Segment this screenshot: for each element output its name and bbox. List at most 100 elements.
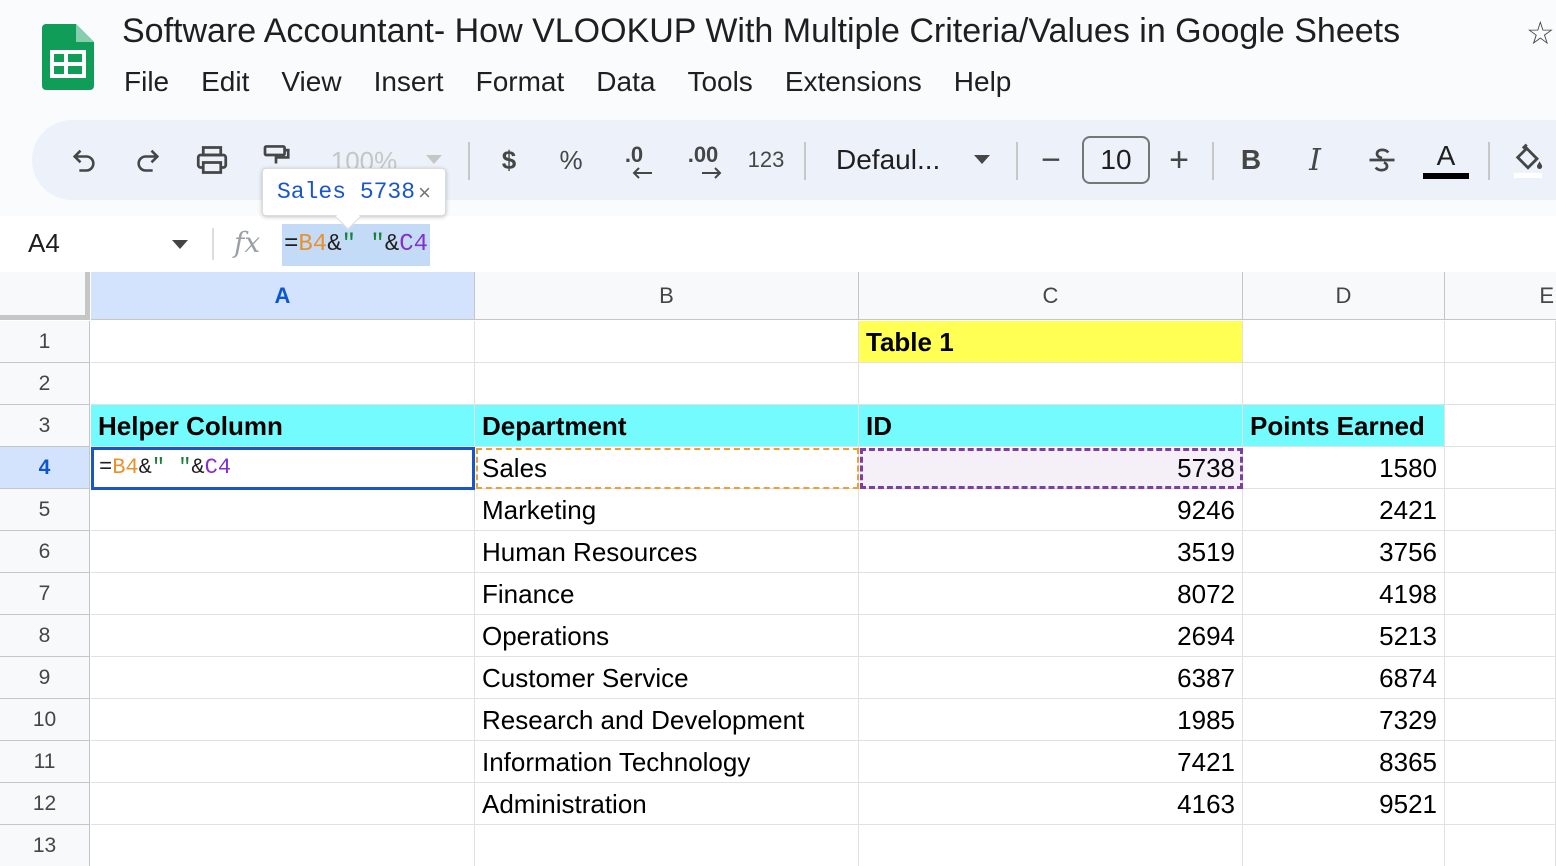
cell-e11[interactable] xyxy=(1445,741,1556,783)
cell-b5[interactable]: Marketing xyxy=(475,489,859,531)
font-chevron-down-icon[interactable] xyxy=(970,120,994,200)
cell-c10[interactable]: 1985 xyxy=(859,699,1243,741)
row-header-4[interactable]: 4 xyxy=(0,447,90,489)
cell-a5[interactable] xyxy=(91,489,475,531)
row-header-1[interactable]: 1 xyxy=(0,321,90,363)
cell-a2[interactable] xyxy=(91,363,475,405)
row-header-7[interactable]: 7 xyxy=(0,573,90,615)
column-header-c[interactable]: C xyxy=(859,272,1243,320)
italic-button[interactable]: I xyxy=(1298,120,1332,200)
cell-e8[interactable] xyxy=(1445,615,1556,657)
cell-e4[interactable] xyxy=(1445,447,1556,489)
star-icon[interactable]: ☆ xyxy=(1526,14,1555,52)
menu-insert[interactable]: Insert xyxy=(358,62,460,102)
column-header-b[interactable]: B xyxy=(475,272,859,320)
cell-d11[interactable]: 8365 xyxy=(1243,741,1445,783)
cell-c7[interactable]: 8072 xyxy=(859,573,1243,615)
cell-d4[interactable]: 1580 xyxy=(1243,447,1445,489)
cell-c1[interactable]: Table 1 xyxy=(859,321,1243,363)
cell-a10[interactable] xyxy=(91,699,475,741)
cell-a8[interactable] xyxy=(91,615,475,657)
cell-a7[interactable] xyxy=(91,573,475,615)
cell-a3[interactable]: Helper Column xyxy=(91,405,475,447)
decrease-decimal-button[interactable]: .0 xyxy=(612,120,656,200)
cell-d10[interactable]: 7329 xyxy=(1243,699,1445,741)
percent-format-button[interactable]: % xyxy=(554,120,588,200)
row-header-13[interactable]: 13 xyxy=(0,825,90,866)
close-icon[interactable]: × xyxy=(418,180,431,206)
bold-button[interactable]: B xyxy=(1234,120,1268,200)
cell-d5[interactable]: 2421 xyxy=(1243,489,1445,531)
menu-tools[interactable]: Tools xyxy=(671,62,768,102)
cell-e1[interactable] xyxy=(1445,321,1556,363)
cell-d8[interactable]: 5213 xyxy=(1243,615,1445,657)
row-header-3[interactable]: 3 xyxy=(0,405,90,447)
menu-file[interactable]: File xyxy=(108,62,185,102)
cell-c6[interactable]: 3519 xyxy=(859,531,1243,573)
cell-d3[interactable]: Points Earned xyxy=(1243,405,1445,447)
cell-d7[interactable]: 4198 xyxy=(1243,573,1445,615)
name-box-chevron-down-icon[interactable] xyxy=(172,240,188,249)
cell-b7[interactable]: Finance xyxy=(475,573,859,615)
fill-color-icon[interactable] xyxy=(1504,120,1552,200)
cell-a12[interactable] xyxy=(91,783,475,825)
name-box[interactable]: A4 xyxy=(28,228,60,259)
cell-b9[interactable]: Customer Service xyxy=(475,657,859,699)
cell-e6[interactable] xyxy=(1445,531,1556,573)
decrease-font-size-button[interactable]: − xyxy=(1034,120,1068,200)
formula-input[interactable]: =B4&" "&C4 xyxy=(282,224,431,266)
row-header-6[interactable]: 6 xyxy=(0,531,90,573)
cell-a11[interactable] xyxy=(91,741,475,783)
cell-c3[interactable]: ID xyxy=(859,405,1243,447)
row-header-12[interactable]: 12 xyxy=(0,783,90,825)
select-all-corner[interactable] xyxy=(0,272,90,320)
cell-d9[interactable]: 6874 xyxy=(1243,657,1445,699)
cell-b2[interactable] xyxy=(475,363,859,405)
cell-e10[interactable] xyxy=(1445,699,1556,741)
menu-edit[interactable]: Edit xyxy=(185,62,265,102)
font-family-select[interactable]: Defaul... xyxy=(836,120,946,200)
cell-e9[interactable] xyxy=(1445,657,1556,699)
increase-decimal-button[interactable]: .00 xyxy=(678,120,728,200)
cell-b8[interactable]: Operations xyxy=(475,615,859,657)
undo-icon[interactable] xyxy=(64,120,104,200)
print-icon[interactable] xyxy=(190,120,234,200)
cell-b13[interactable] xyxy=(475,825,859,866)
cell-d13[interactable] xyxy=(1243,825,1445,866)
cell-b1[interactable] xyxy=(475,321,859,363)
cell-b12[interactable]: Administration xyxy=(475,783,859,825)
cell-c9[interactable]: 6387 xyxy=(859,657,1243,699)
cell-d1[interactable] xyxy=(1243,321,1445,363)
row-header-9[interactable]: 9 xyxy=(0,657,90,699)
cell-e2[interactable] xyxy=(1445,363,1556,405)
sheets-logo-icon[interactable] xyxy=(42,24,94,90)
cell-b10[interactable]: Research and Development xyxy=(475,699,859,741)
cell-c13[interactable] xyxy=(859,825,1243,866)
cell-e12[interactable] xyxy=(1445,783,1556,825)
row-header-8[interactable]: 8 xyxy=(0,615,90,657)
cell-e5[interactable] xyxy=(1445,489,1556,531)
cell-a13[interactable] xyxy=(91,825,475,866)
font-size-input[interactable]: 10 xyxy=(1082,136,1150,184)
column-header-d[interactable]: D xyxy=(1243,272,1445,320)
currency-format-button[interactable]: $ xyxy=(492,120,526,200)
cell-b6[interactable]: Human Resources xyxy=(475,531,859,573)
cell-d12[interactable]: 9521 xyxy=(1243,783,1445,825)
cell-c5[interactable]: 9246 xyxy=(859,489,1243,531)
cell-a6[interactable] xyxy=(91,531,475,573)
redo-icon[interactable] xyxy=(128,120,168,200)
more-formats-button[interactable]: 123 xyxy=(744,120,788,200)
cell-c11[interactable]: 7421 xyxy=(859,741,1243,783)
cell-c12[interactable]: 4163 xyxy=(859,783,1243,825)
cell-c2[interactable] xyxy=(859,363,1243,405)
column-header-e[interactable]: E xyxy=(1445,272,1556,320)
active-cell-editor[interactable]: =B4&" "&C4 xyxy=(91,447,475,490)
row-header-5[interactable]: 5 xyxy=(0,489,90,531)
menu-help[interactable]: Help xyxy=(938,62,1028,102)
menu-extensions[interactable]: Extensions xyxy=(769,62,938,102)
cell-e3[interactable] xyxy=(1445,405,1556,447)
cell-b3[interactable]: Department xyxy=(475,405,859,447)
cell-d6[interactable]: 3756 xyxy=(1243,531,1445,573)
row-header-2[interactable]: 2 xyxy=(0,363,90,405)
menu-data[interactable]: Data xyxy=(580,62,671,102)
